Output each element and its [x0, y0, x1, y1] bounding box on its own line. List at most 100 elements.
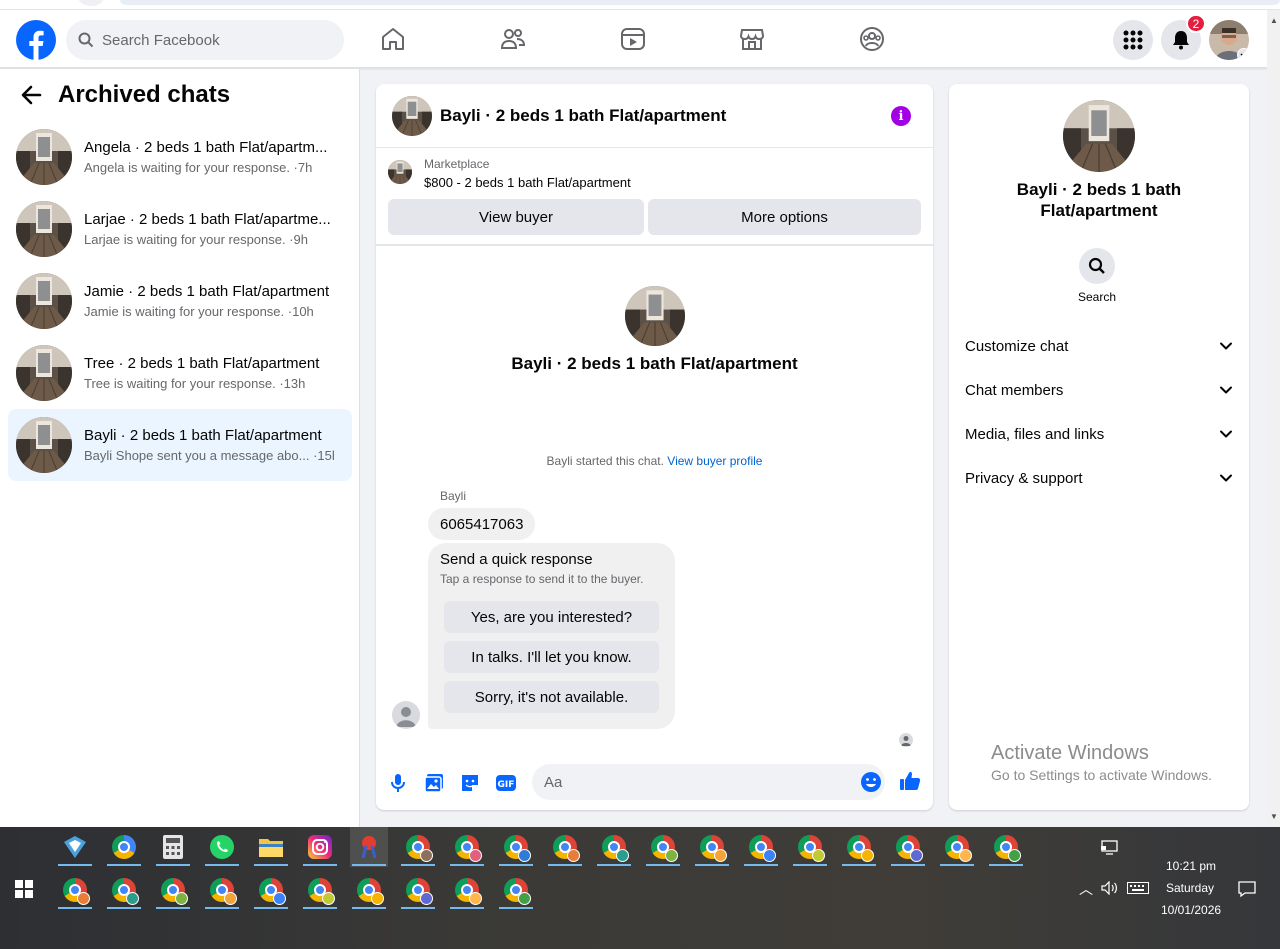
listing-title[interactable]: $800 - 2 beds 1 bath Flat/apartment: [424, 175, 631, 190]
message-input[interactable]: Aa: [532, 764, 885, 800]
info-search-button[interactable]: [1079, 248, 1115, 284]
conversation-avatar[interactable]: [392, 95, 432, 136]
info-section-label: Privacy & support: [965, 469, 1083, 487]
chrome-window-icon[interactable]: [497, 870, 535, 910]
chrome-window-icon[interactable]: [56, 870, 94, 910]
quick-response-button[interactable]: Sorry, it's not available.: [444, 681, 659, 713]
browser-chrome-strip: [0, 0, 1280, 10]
chrome-window-icon[interactable]: [791, 827, 829, 867]
chat-list-item[interactable]: Tree · 2 beds 1 bath Flat/apartment Tree …: [8, 337, 352, 409]
quick-response-button[interactable]: In talks. I'll let you know.: [444, 641, 659, 673]
view-buyer-profile-link[interactable]: View buyer profile: [667, 454, 762, 468]
action-center-icon[interactable]: [1238, 880, 1256, 898]
menu-button[interactable]: [1113, 20, 1153, 60]
quick-response-title: Send a quick response: [440, 551, 593, 568]
page-scrollbar[interactable]: ▲ ▼: [1267, 10, 1280, 827]
video-icon[interactable]: [620, 26, 646, 52]
clock-date[interactable]: 10/01/2026: [1161, 903, 1221, 917]
info-chat-name: Bayli · 2 beds 1 bath Flat/apartment: [1016, 180, 1182, 220]
clock-day[interactable]: Saturday: [1166, 881, 1214, 895]
chevron-down-icon: [1220, 386, 1232, 394]
chrome-window-icon[interactable]: [448, 827, 486, 867]
keyboard-icon[interactable]: [1127, 882, 1149, 894]
chrome-window-icon[interactable]: [840, 827, 878, 867]
chrome-window-icon[interactable]: [399, 870, 437, 910]
info-section-row[interactable]: Customize chat: [965, 326, 1233, 366]
chat-list-item[interactable]: Bayli · 2 beds 1 bath Flat/apartment Bayl…: [8, 409, 352, 481]
conversation-title[interactable]: Bayli · 2 beds 1 bath Flat/apartment: [440, 106, 726, 126]
marketplace-label: Marketplace: [424, 157, 490, 171]
view-buyer-button[interactable]: View buyer: [388, 199, 644, 235]
search-icon: [1088, 257, 1105, 274]
chevron-down-icon: [1237, 48, 1249, 60]
whatsapp-icon[interactable]: [203, 827, 241, 867]
chrome-window-icon[interactable]: [399, 827, 437, 867]
chrome-window-icon[interactable]: [546, 827, 584, 867]
network-icon[interactable]: [1101, 840, 1119, 856]
chat-list-item[interactable]: Jamie · 2 beds 1 bath Flat/apartment Jami…: [8, 265, 352, 337]
info-section-label: Media, files and links: [965, 425, 1105, 443]
quick-response-subtitle: Tap a response to send it to the buyer.: [440, 572, 644, 586]
chevron-down-icon: [1220, 342, 1232, 350]
like-thumbs-up-icon[interactable]: [899, 770, 921, 792]
message-bubble[interactable]: 6065417063: [428, 508, 536, 540]
volume-icon[interactable]: [1101, 881, 1119, 895]
more-options-button[interactable]: More options: [648, 199, 921, 235]
gif-icon[interactable]: GIF: [495, 772, 517, 794]
profile-avatar[interactable]: [1209, 20, 1249, 60]
chrome-window-icon[interactable]: [938, 827, 976, 867]
chat-avatar: [16, 129, 72, 185]
info-section-row[interactable]: Privacy & support: [965, 458, 1233, 498]
marketplace-icon[interactable]: [739, 26, 765, 52]
photo-icon[interactable]: [423, 772, 445, 794]
quick-response-button[interactable]: Yes, are you interested?: [444, 601, 659, 633]
instagram-icon[interactable]: [301, 827, 339, 867]
chat-list-item[interactable]: Angela · 2 beds 1 bath Flat/apartm... Ang…: [8, 121, 352, 193]
chrome-window-icon[interactable]: [987, 827, 1025, 867]
chrome-window-icon[interactable]: [448, 870, 486, 910]
show-hidden-icons-chevron-icon[interactable]: ︿: [1079, 879, 1093, 899]
chrome-window-icon[interactable]: [203, 870, 241, 910]
page-title: Archived chats: [58, 81, 231, 108]
chrome-window-icon[interactable]: [301, 870, 339, 910]
windows-start-icon[interactable]: [15, 880, 33, 898]
back-arrow-icon[interactable]: [20, 84, 42, 106]
groups-icon[interactable]: [859, 26, 885, 52]
chrome-window-icon[interactable]: [154, 870, 192, 910]
chat-list-item[interactable]: Larjae · 2 beds 1 bath Flat/apartme... La…: [8, 193, 352, 265]
calculator-icon[interactable]: [154, 827, 192, 867]
app-icon[interactable]: [56, 827, 94, 867]
emoji-icon[interactable]: [860, 771, 882, 793]
chrome-window-icon[interactable]: [497, 827, 535, 867]
chrome-window-icon[interactable]: [644, 827, 682, 867]
file-explorer-icon[interactable]: [252, 827, 290, 867]
conversation-panel: Bayli · 2 beds 1 bath Flat/apartment i M…: [376, 84, 933, 810]
friends-icon[interactable]: [500, 26, 526, 52]
chrome-window-icon[interactable]: [350, 870, 388, 910]
chrome-window-icon[interactable]: [105, 870, 143, 910]
home-icon[interactable]: [380, 26, 406, 52]
chrome-window-icon[interactable]: [252, 870, 290, 910]
conversation-large-avatar: [625, 286, 685, 346]
chrome-window-icon[interactable]: [693, 827, 731, 867]
info-section-row[interactable]: Chat members: [965, 370, 1233, 410]
sticker-icon[interactable]: [459, 772, 481, 794]
microphone-icon[interactable]: [387, 772, 409, 794]
search-bar[interactable]: Search Facebook: [66, 20, 344, 60]
chrome-window-icon[interactable]: [742, 827, 780, 867]
archived-chats-panel: Archived chats Angela · 2 beds 1 bath Fl…: [0, 69, 360, 827]
browser-icon[interactable]: [105, 827, 143, 867]
chrome-window-icon[interactable]: [595, 827, 633, 867]
info-section-label: Chat members: [965, 381, 1064, 399]
chat-preview: Jamie is waiting for your response. ·10h: [84, 304, 314, 319]
chat-name: Angela · 2 beds 1 bath Flat/apartm...: [84, 139, 328, 156]
clock-time[interactable]: 10:21 pm: [1166, 859, 1216, 873]
snipping-tool-icon[interactable]: [350, 827, 388, 867]
facebook-logo-icon[interactable]: [16, 20, 56, 60]
chat-avatar: [16, 345, 72, 401]
info-avatar[interactable]: [1063, 100, 1135, 172]
info-section-row[interactable]: Media, files and links: [965, 414, 1233, 454]
info-icon[interactable]: i: [891, 106, 911, 126]
chat-avatar: [16, 273, 72, 329]
chrome-window-icon[interactable]: [889, 827, 927, 867]
